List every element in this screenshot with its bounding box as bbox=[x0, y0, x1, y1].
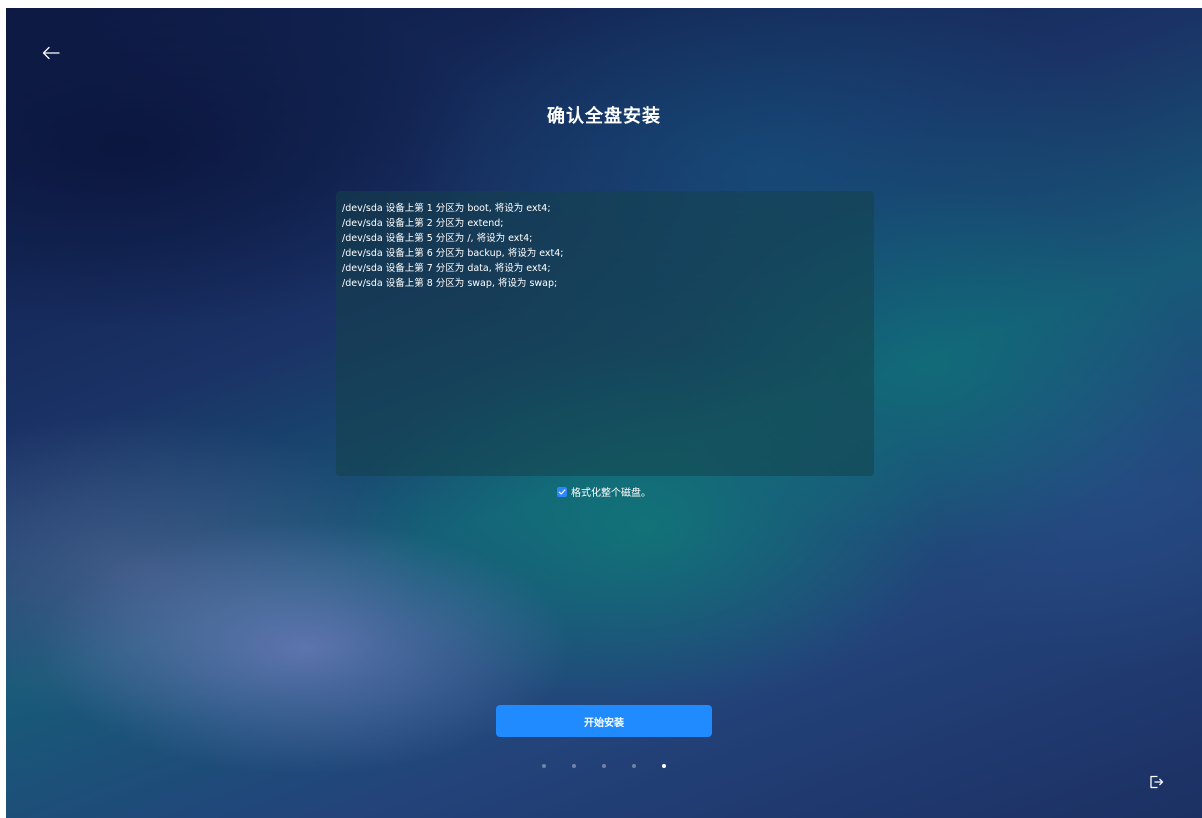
partition-info-line: /dev/sda 设备上第 1 分区为 boot, 将设为 ext4; bbox=[342, 203, 551, 214]
format-disk-option[interactable]: 格式化整个磁盘。 bbox=[6, 484, 1202, 499]
partition-info-panel: /dev/sda 设备上第 1 分区为 boot, 将设为 ext4; /dev… bbox=[336, 191, 874, 476]
partition-info-line: /dev/sda 设备上第 6 分区为 backup, 将设为 ext4; bbox=[342, 248, 564, 259]
format-disk-checkbox[interactable] bbox=[557, 486, 567, 497]
start-install-button[interactable]: 开始安装 bbox=[496, 705, 712, 737]
step-dot-active bbox=[662, 764, 666, 768]
partition-info-line: /dev/sda 设备上第 8 分区为 swap, 将设为 swap; bbox=[342, 278, 558, 289]
partition-info-line: /dev/sda 设备上第 2 分区为 extend; bbox=[342, 218, 504, 229]
checkmark-icon bbox=[558, 488, 566, 495]
step-dot bbox=[572, 764, 576, 768]
page-title: 确认全盘安装 bbox=[547, 106, 661, 127]
arrow-left-icon bbox=[42, 46, 60, 60]
step-dot bbox=[542, 764, 546, 768]
step-indicator bbox=[6, 764, 1202, 768]
back-button[interactable] bbox=[38, 40, 64, 66]
exit-button[interactable] bbox=[1146, 772, 1166, 792]
partition-info-line: /dev/sda 设备上第 5 分区为 /, 将设为 ext4; bbox=[342, 233, 533, 244]
format-disk-label: 格式化整个磁盘。 bbox=[571, 488, 651, 499]
exit-icon bbox=[1150, 775, 1164, 789]
installer-screen: 确认全盘安装 /dev/sda 设备上第 1 分区为 boot, 将设为 ext… bbox=[6, 8, 1202, 818]
partition-info-line: /dev/sda 设备上第 7 分区为 data, 将设为 ext4; bbox=[342, 263, 551, 274]
step-dot bbox=[632, 764, 636, 768]
step-dot bbox=[602, 764, 606, 768]
